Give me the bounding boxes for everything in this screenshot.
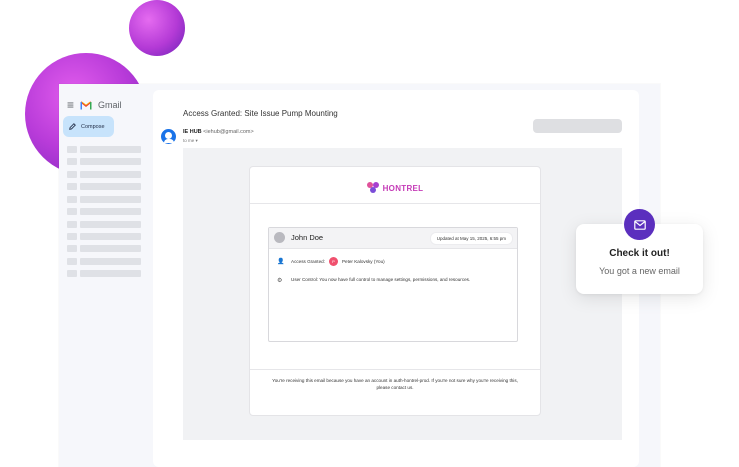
nav-placeholder[interactable] — [67, 158, 141, 165]
control-text: User Control: You now have full control … — [291, 277, 471, 282]
email-subject: Access Granted: Site Issue Pump Mounting — [183, 109, 338, 118]
access-label: Access Granted: — [291, 259, 325, 264]
sender-avatar[interactable] — [161, 129, 176, 144]
chevron-down-icon: ▾ — [195, 138, 198, 143]
mail-icon — [624, 209, 655, 240]
nav-placeholder[interactable] — [67, 221, 141, 228]
gmail-logo-icon — [80, 100, 92, 109]
nav-placeholder[interactable] — [67, 208, 141, 215]
nav-placeholder[interactable] — [67, 183, 141, 190]
access-card-header: John Doe Updated at May 15, 2025, 6:55 p… — [269, 228, 517, 249]
brand-logo-icon — [366, 182, 380, 194]
control-row: ⚙ User Control: You now have full contro… — [277, 277, 496, 284]
toast-body: You got a new email — [599, 266, 680, 276]
access-row: 👤 Access Granted: P Peter Kalovsky (You) — [277, 257, 385, 266]
hamburger-icon[interactable]: ≡ — [67, 98, 74, 112]
toolbar-placeholder — [533, 119, 622, 133]
divider — [250, 203, 540, 204]
compose-label: Compose — [81, 123, 105, 130]
gmail-window: ≡ Gmail Compose Access Granted: Site Iss… — [59, 84, 660, 467]
user-avatar — [274, 232, 285, 243]
brand-logo: HONTREL — [250, 182, 540, 194]
footer-notice: You're receiving this email because you … — [272, 378, 518, 390]
email-panel: Access Granted: Site Issue Pump Mounting… — [153, 90, 639, 467]
decorative-circle-small — [129, 0, 185, 56]
compose-button[interactable]: Compose — [63, 116, 114, 137]
user-name: John Doe — [291, 233, 324, 242]
gmail-header: ≡ Gmail — [67, 98, 122, 112]
nav-placeholder[interactable] — [67, 270, 141, 277]
updated-badge: Updated at May 15, 2025, 6:55 pm — [429, 232, 513, 245]
gear-icon: ⚙ — [277, 278, 283, 284]
nav-placeholder[interactable] — [67, 233, 141, 240]
recipient-toggle[interactable]: to me ▾ — [183, 138, 198, 144]
gmail-title: Gmail — [98, 100, 122, 110]
grantee-name: Peter Kalovsky (You) — [341, 259, 385, 264]
nav-placeholder[interactable] — [67, 146, 141, 153]
notification-toast[interactable]: Check it out! You got a new email — [576, 209, 703, 294]
email-card: HONTREL John Doe Updated at May 15, 2025… — [249, 166, 541, 416]
nav-placeholder[interactable] — [67, 196, 141, 203]
nav-placeholder[interactable] — [67, 258, 141, 265]
brand-name: HONTREL — [382, 183, 424, 193]
nav-placeholder[interactable] — [67, 171, 141, 178]
sender-email: <iehub@gmail.com> — [203, 129, 254, 135]
user-add-icon: 👤 — [277, 259, 285, 265]
toast-title: Check it out! — [609, 248, 670, 259]
recipient-label: to me — [183, 138, 195, 143]
access-card: John Doe Updated at May 15, 2025, 6:55 p… — [268, 227, 518, 342]
pencil-icon — [69, 123, 76, 130]
grantee-avatar: P — [328, 257, 338, 266]
sidebar: ≡ Gmail Compose — [59, 84, 149, 467]
sender-name: IE HUB — [183, 129, 202, 135]
divider — [250, 369, 540, 370]
nav-placeholder[interactable] — [67, 245, 141, 252]
sender-info: IE HUB <iehub@gmail.com> — [183, 129, 254, 135]
